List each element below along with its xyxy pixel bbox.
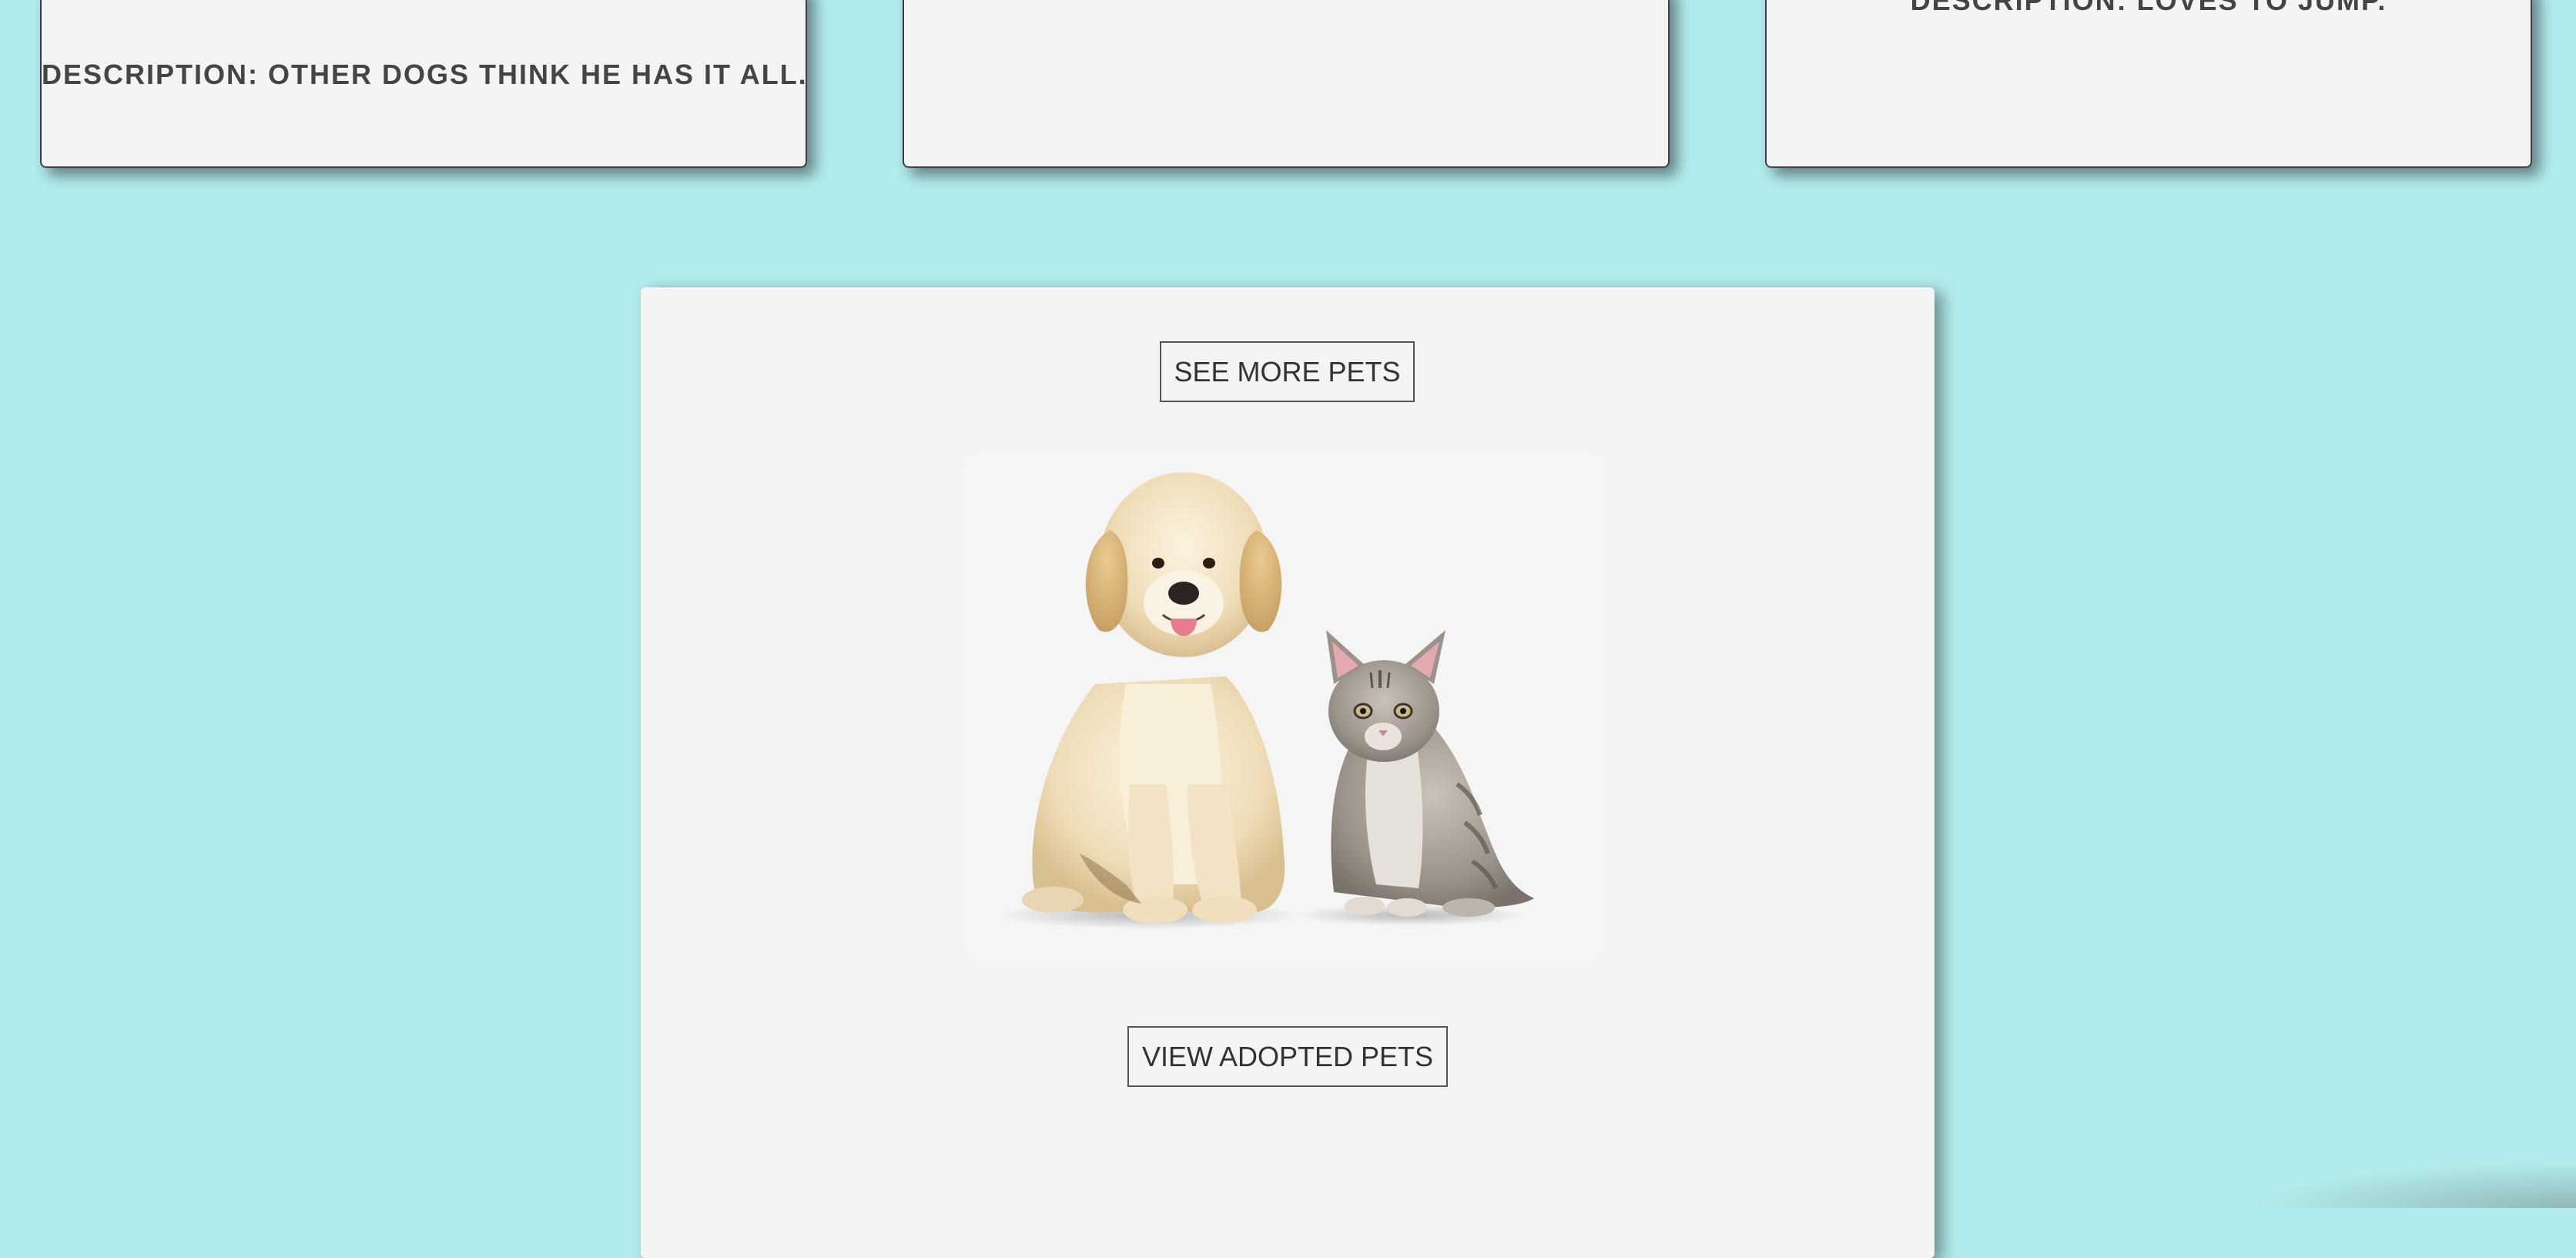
pet-card: Description: Other dogs think he has it … [40,0,807,168]
pet-card: Description: Loves to jump. [1765,0,2532,168]
view-adopted-pets-button[interactable]: VIEW ADOPTED PETS [1127,1026,1448,1087]
see-more-pets-button[interactable]: SEE MORE PETS [1160,341,1415,402]
pet-description: Description: Loves to jump. [1910,0,2387,16]
pet-card [903,0,1670,168]
puppy-kitten-image [964,453,1603,961]
main-panel: SEE MORE PETS VIEW ADOPTED PETS [641,287,1935,1258]
pet-description: Description: Other dogs think he has it … [42,59,808,90]
corner-shadow [2253,1162,2576,1208]
